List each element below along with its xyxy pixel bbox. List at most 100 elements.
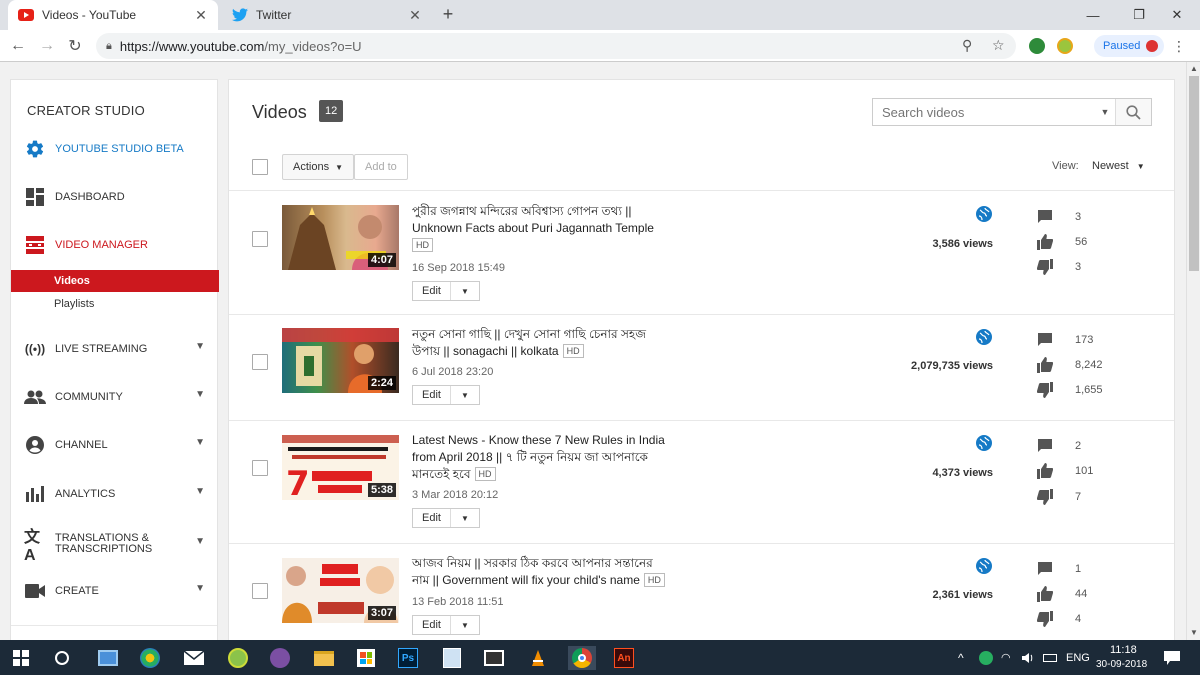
sidebar-item-channel[interactable]: CHANNEL ▼ <box>11 431 219 459</box>
battery-icon[interactable] <box>1042 646 1058 670</box>
close-tab-icon[interactable]: ✕ <box>408 7 422 24</box>
likes-stat[interactable]: 56 <box>1037 234 1137 250</box>
browser-app-icon[interactable] <box>138 646 162 670</box>
comments-stat[interactable]: 2 <box>1037 438 1137 454</box>
row-checkbox[interactable] <box>252 583 268 599</box>
scroll-down-icon[interactable]: ▼ <box>1190 628 1198 637</box>
sidebar-subitem-videos[interactable]: Videos <box>11 270 219 292</box>
sidebar-item-community[interactable]: COMMUNITY ▼ <box>11 383 219 411</box>
video-thumbnail[interactable]: 3:07 <box>282 558 399 623</box>
app-icon[interactable] <box>226 646 250 670</box>
tab-youtube[interactable]: Videos - YouTube ✕ <box>8 0 218 30</box>
sidebar-subitem-playlists[interactable]: Playlists <box>11 293 219 315</box>
video-thumbnail[interactable]: 2:24 <box>282 328 399 393</box>
reload-icon[interactable]: ↻ <box>63 34 87 58</box>
tab-twitter[interactable]: Twitter ✕ <box>222 0 432 30</box>
bookmark-star-icon[interactable]: ☆ <box>992 37 1005 54</box>
video-thumbnail[interactable]: 7 5:38 <box>282 435 399 500</box>
page-scrollbar[interactable]: ▲ ▼ <box>1186 62 1200 640</box>
edit-button[interactable]: Edit <box>413 386 451 404</box>
chevron-down-icon[interactable]: ▼ <box>195 486 205 497</box>
likes-stat[interactable]: 8,242 <box>1037 357 1137 373</box>
photoshop-icon[interactable]: Ps <box>396 646 420 670</box>
clock-time[interactable]: 11:18 <box>1110 644 1137 656</box>
forward-icon[interactable]: → <box>35 34 59 58</box>
windows-start-icon[interactable] <box>9 646 33 670</box>
video-thumbnail[interactable]: 4:07 <box>282 205 399 270</box>
sidebar-item-dashboard[interactable]: DASHBOARD <box>11 183 219 211</box>
animate-icon[interactable]: An <box>612 646 636 670</box>
sidebar-item-translations[interactable]: 文A TRANSLATIONS & TRANSCRIPTIONS ▼ <box>11 526 219 564</box>
sidebar-item-create[interactable]: CREATE ▼ <box>11 577 219 605</box>
video-title[interactable]: পুরীর জগন্নাথ মন্দিরের অবিশ্বাস্য গোপন ত… <box>412 203 702 254</box>
show-hidden-icons-chevron-icon[interactable]: ^ <box>958 651 964 665</box>
video-title[interactable]: Latest News - Know these 7 New Rules in … <box>412 432 702 483</box>
wifi-icon[interactable]: ◠ <box>1001 651 1011 664</box>
sidebar-item-analytics[interactable]: ANALYTICS ▼ <box>11 480 219 508</box>
chevron-down-icon[interactable]: ▼ <box>195 583 205 594</box>
edit-menu-caret-icon[interactable]: ▼ <box>451 386 479 404</box>
dislikes-stat[interactable]: 4 <box>1037 611 1137 627</box>
edit-button[interactable]: Edit <box>413 509 451 527</box>
chevron-down-icon[interactable]: ▼ <box>195 389 205 400</box>
scrollbar-thumb[interactable] <box>1189 76 1199 271</box>
comments-stat[interactable]: 3 <box>1037 209 1137 225</box>
close-window-button[interactable]: ✕ <box>1154 0 1200 30</box>
chevron-down-icon[interactable]: ▼ <box>195 437 205 448</box>
row-checkbox[interactable] <box>252 354 268 370</box>
mail-icon[interactable] <box>182 646 206 670</box>
cortana-search-icon[interactable] <box>50 646 74 670</box>
video-title[interactable]: আজব নিয়ম || সরকার ঠিক করবে আপনার সন্তান… <box>412 555 702 589</box>
vlc-icon[interactable] <box>526 646 550 670</box>
tor-browser-icon[interactable] <box>268 646 292 670</box>
notifications-icon[interactable] <box>1160 646 1184 670</box>
extension-icon[interactable] <box>1057 38 1073 54</box>
row-checkbox[interactable] <box>252 460 268 476</box>
likes-stat[interactable]: 44 <box>1037 586 1137 602</box>
language-indicator[interactable]: ENG <box>1066 652 1090 664</box>
extension-globe-icon[interactable] <box>1029 38 1045 54</box>
search-input[interactable] <box>873 100 1095 124</box>
search-button[interactable] <box>1115 99 1151 125</box>
chrome-icon[interactable] <box>568 646 596 670</box>
actions-dropdown-button[interactable]: Actions ▼ <box>282 154 354 180</box>
dislikes-stat[interactable]: 3 <box>1037 259 1137 275</box>
video-title[interactable]: নতুন সোনা গাছি || দেখুন সোনা গাছি চেনার … <box>412 326 702 360</box>
edit-menu-caret-icon[interactable]: ▼ <box>451 282 479 300</box>
chevron-down-icon[interactable]: ▼ <box>195 536 205 547</box>
close-tab-icon[interactable]: ✕ <box>194 7 208 24</box>
comments-stat[interactable]: 173 <box>1037 332 1137 348</box>
edit-menu-caret-icon[interactable]: ▼ <box>451 616 479 634</box>
likes-stat[interactable]: 101 <box>1037 463 1137 479</box>
file-explorer-icon[interactable] <box>312 646 336 670</box>
minimize-button[interactable]: — <box>1070 0 1116 30</box>
sort-dropdown[interactable]: Newest ▼ <box>1092 160 1145 172</box>
dislikes-stat[interactable]: 1,655 <box>1037 382 1137 398</box>
video-editor-icon[interactable] <box>482 646 506 670</box>
edit-button[interactable]: Edit <box>413 282 451 300</box>
url-bar[interactable]: 🔒︎ https://www.youtube.com/my_videos?o=U… <box>96 33 1016 59</box>
document-viewer-icon[interactable] <box>440 646 464 670</box>
edit-menu-caret-icon[interactable]: ▼ <box>451 509 479 527</box>
chevron-down-icon[interactable]: ▼ <box>195 341 205 352</box>
scroll-up-icon[interactable]: ▲ <box>1190 64 1198 73</box>
row-checkbox[interactable] <box>252 231 268 247</box>
profile-button[interactable]: Paused <box>1094 35 1164 57</box>
select-all-checkbox[interactable] <box>252 159 268 175</box>
dislikes-stat[interactable]: 7 <box>1037 489 1137 505</box>
add-to-button[interactable]: Add to <box>354 154 408 180</box>
sidebar-item-studio-beta[interactable]: YOUTUBE STUDIO BETA <box>11 135 219 163</box>
edit-button[interactable]: Edit <box>413 616 451 634</box>
volume-icon[interactable] <box>1020 646 1036 670</box>
back-icon[interactable]: ← <box>6 34 30 58</box>
sidebar-item-live-streaming[interactable]: ((•)) LIVE STREAMING ▼ <box>11 335 219 363</box>
clock-date[interactable]: 30-09-2018 <box>1096 659 1147 670</box>
tray-app-icon[interactable] <box>978 646 994 670</box>
new-tab-button[interactable]: + <box>438 4 458 25</box>
menu-kebab-icon[interactable]: ⋮ <box>1172 38 1186 55</box>
store-icon[interactable] <box>354 646 378 670</box>
sidebar-item-video-manager[interactable]: VIDEO MANAGER <box>11 231 219 259</box>
photos-app-icon[interactable] <box>96 646 120 670</box>
comments-stat[interactable]: 1 <box>1037 561 1137 577</box>
search-options-dropdown-icon[interactable]: ▼ <box>1095 107 1115 117</box>
